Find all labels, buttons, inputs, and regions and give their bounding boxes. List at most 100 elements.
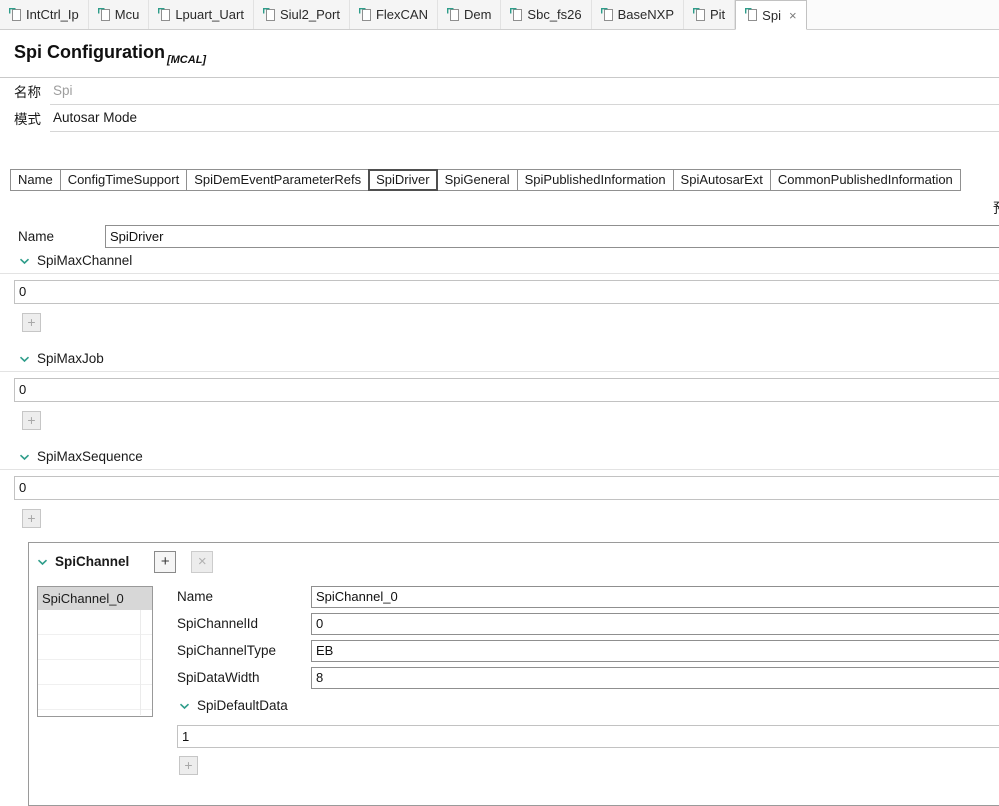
editor-tab-label: Sbc_fs26 <box>527 7 582 22</box>
config-section: SpiMaxSequence + <box>0 444 999 528</box>
add-button[interactable]: + <box>22 508 41 528</box>
editor-tab-label: BaseNXP <box>617 7 674 22</box>
field-row: Name <box>177 585 999 608</box>
field-value-input[interactable] <box>311 585 999 608</box>
page-title-text: Spi Configuration <box>14 42 165 62</box>
section-header[interactable]: SpiMaxSequence <box>0 444 999 470</box>
driver-name-label: Name <box>18 228 55 244</box>
file-icon <box>97 7 110 22</box>
default-data-input[interactable] <box>177 724 999 748</box>
field-row: SpiChannelId <box>177 612 999 635</box>
list-empty-row <box>38 610 152 635</box>
config-tab[interactable]: SpiPublishedInformation <box>516 168 674 191</box>
file-icon <box>510 7 523 22</box>
config-tab-label: CommonPublishedInformation <box>777 171 953 187</box>
config-tab-label: SpiPublishedInformation <box>524 171 666 187</box>
editor-tab-label: IntCtrl_Ip <box>26 7 79 22</box>
editor-tab-bar: IntCtrl_Ip Mcu Lpuart_Uart Siul2_Port Fl… <box>0 0 999 30</box>
config-tab[interactable]: ConfigTimeSupport <box>59 168 188 191</box>
field-row: SpiChannelType <box>177 639 999 662</box>
field-value-input[interactable] <box>311 612 999 635</box>
config-tab[interactable]: SpiDriver <box>368 168 438 191</box>
editor-tab[interactable]: IntCtrl_Ip <box>0 0 89 29</box>
section-label: SpiMaxJob <box>37 350 104 366</box>
driver-name-row: Name <box>18 224 999 248</box>
channel-form: Name SpiChannelId SpiChannelType SpiData… <box>177 585 999 775</box>
file-icon <box>358 7 371 22</box>
driver-sections: SpiMaxChannel + SpiMaxJob + SpiMaxSequen… <box>0 248 999 528</box>
file-icon <box>9 7 21 22</box>
editor-tab[interactable]: Spi × <box>735 0 807 30</box>
file-icon <box>693 7 705 22</box>
editor-tab[interactable]: Mcu <box>88 0 150 29</box>
mode-form-row: 模式 Autosar Mode <box>0 105 999 132</box>
editor-tab[interactable]: Dem <box>437 0 502 29</box>
config-tab[interactable]: CommonPublishedInformation <box>769 168 961 191</box>
add-button[interactable]: + <box>22 410 41 430</box>
chevron-down-icon <box>19 351 30 366</box>
field-label: SpiChannelId <box>177 616 259 632</box>
file-icon <box>158 7 171 22</box>
file-icon <box>745 8 758 22</box>
add-channel-button[interactable]: + <box>154 550 177 573</box>
chevron-down-icon <box>179 698 190 713</box>
editor-tab-label: Spi <box>762 7 781 23</box>
config-tab-label: ConfigTimeSupport <box>67 171 180 187</box>
tab-close-icon[interactable]: × <box>789 9 797 22</box>
section-header[interactable]: SpiMaxJob <box>0 346 999 372</box>
spi-channel-header[interactable]: SpiChannel + × <box>37 550 999 573</box>
section-value-input[interactable] <box>14 377 999 402</box>
editor-tab[interactable]: FlexCAN <box>349 0 438 29</box>
spi-channel-title: SpiChannel <box>55 554 130 570</box>
editor-tab-label: Pit <box>710 7 726 22</box>
editor-tab[interactable]: Lpuart_Uart <box>149 0 254 29</box>
config-tab[interactable]: SpiGeneral <box>436 168 518 191</box>
list-empty-row <box>38 685 152 710</box>
chevron-down-icon <box>19 449 30 464</box>
config-tab[interactable]: SpiDemEventParameterRefs <box>186 168 370 191</box>
config-tab-label: SpiGeneral <box>444 171 510 187</box>
chevron-down-icon <box>19 253 30 268</box>
list-empty-row <box>38 635 152 660</box>
field-label: SpiChannelType <box>177 643 277 659</box>
field-row: SpiDataWidth <box>177 666 999 689</box>
config-section: SpiMaxChannel + <box>0 248 999 332</box>
add-button[interactable]: + <box>22 312 41 332</box>
config-tab-label: SpiAutosarExt <box>680 171 763 187</box>
name-value-field[interactable]: Spi <box>50 78 999 105</box>
spi-channel-body: SpiChannel_0 Name SpiChannelId SpiChanne… <box>37 585 999 775</box>
file-icon <box>262 7 275 22</box>
editor-tab[interactable]: Pit <box>684 0 736 29</box>
mode-value-field[interactable]: Autosar Mode <box>50 105 999 132</box>
section-label: SpiMaxSequence <box>37 448 143 464</box>
default-data-header[interactable]: SpiDefaultData <box>179 698 999 713</box>
config-tab-label: SpiDemEventParameterRefs <box>194 171 362 187</box>
config-tab-label: SpiDriver <box>376 171 430 187</box>
clipped-text[interactable]: 预 <box>993 198 999 218</box>
section-value-input[interactable] <box>14 279 999 304</box>
list-item[interactable]: SpiChannel_0 <box>38 586 152 610</box>
config-section: SpiMaxJob + <box>0 346 999 430</box>
editor-tab[interactable]: Siul2_Port <box>253 0 350 29</box>
editor-tab[interactable]: BaseNXP <box>591 0 684 29</box>
section-value-input[interactable] <box>14 475 999 500</box>
mode-label: 模式 <box>14 112 41 128</box>
field-value-input[interactable] <box>311 639 999 662</box>
config-tab-strip: Name ConfigTimeSupport SpiDemEventParame… <box>10 168 999 191</box>
file-icon <box>600 7 613 22</box>
default-data-label: SpiDefaultData <box>197 697 288 713</box>
config-tab-label: Name <box>18 171 53 187</box>
section-header[interactable]: SpiMaxChannel <box>0 248 999 274</box>
chevron-down-icon <box>37 554 48 569</box>
config-tab[interactable]: SpiAutosarExt <box>672 168 771 191</box>
channel-list[interactable]: SpiChannel_0 <box>37 585 153 717</box>
page-title: Spi Configuration [MCAL] <box>0 30 999 78</box>
remove-channel-button[interactable]: × <box>191 550 214 573</box>
editor-tab[interactable]: Sbc_fs26 <box>501 0 592 29</box>
field-value-input[interactable] <box>311 666 999 689</box>
config-tab[interactable]: Name <box>10 168 61 191</box>
editor-tab-label: Mcu <box>114 7 140 22</box>
driver-name-input[interactable] <box>105 224 999 248</box>
spi-channel-group: SpiChannel + × SpiChannel_0 Name SpiChan… <box>28 541 999 806</box>
channel-fields: Name SpiChannelId SpiChannelType SpiData… <box>177 585 999 689</box>
